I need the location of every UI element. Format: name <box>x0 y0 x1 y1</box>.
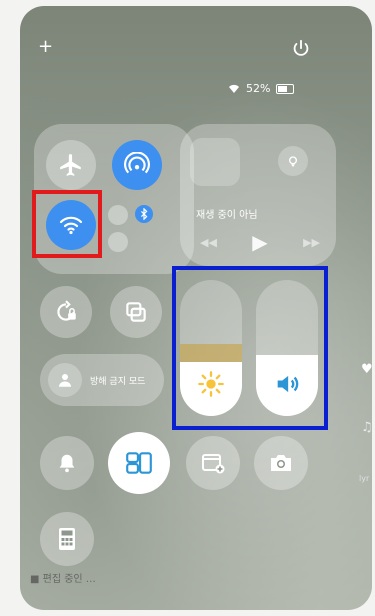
rotation-lock-button[interactable] <box>40 286 92 338</box>
person-icon <box>48 363 82 397</box>
camera-button[interactable] <box>254 436 308 490</box>
add-button[interactable]: + <box>38 36 53 57</box>
dnd-mode-toggle[interactable]: 방해 금지 모드 <box>40 354 164 406</box>
play-icon[interactable]: ▶ <box>252 230 267 254</box>
highlight-box-blue <box>172 266 328 430</box>
bluetooth-button[interactable] <box>135 205 153 223</box>
rotation-lock-icon <box>57 300 76 321</box>
media-title: 재생 중이 아님 <box>196 210 258 221</box>
multi-window-button[interactable] <box>110 286 162 338</box>
heart-icon[interactable]: ♥ <box>361 362 373 377</box>
camera-icon <box>271 455 291 471</box>
highlight-box-red <box>32 190 102 258</box>
toggle-dot[interactable] <box>108 205 128 225</box>
toggle-dot[interactable] <box>108 232 128 252</box>
bluetooth-icon <box>141 208 148 220</box>
next-icon[interactable]: ▶▶ <box>303 236 320 249</box>
hotspot-icon <box>124 152 150 174</box>
battery-percent: 52% <box>246 82 271 95</box>
screen-record-button[interactable] <box>186 436 240 490</box>
sound-mode-button[interactable] <box>40 436 94 490</box>
calculator-button[interactable] <box>40 512 94 566</box>
airplane-mode-button[interactable] <box>46 140 96 190</box>
music-note-icon[interactable]: ♫ <box>361 420 373 435</box>
lyrics-label: lyr <box>359 474 370 483</box>
bell-icon <box>59 454 75 473</box>
media-controls: ◀◀ ▶ ▶▶ <box>200 230 320 254</box>
previous-icon[interactable]: ◀◀ <box>200 236 217 249</box>
calculator-icon <box>59 528 75 550</box>
power-icon[interactable] <box>290 38 312 60</box>
wifi-status-icon <box>229 84 239 93</box>
hotspot-button[interactable] <box>112 140 162 190</box>
split-screen-button[interactable] <box>108 432 170 494</box>
cast-button[interactable] <box>278 146 308 176</box>
battery-icon <box>276 83 295 94</box>
multi-window-icon <box>126 302 146 322</box>
split-screen-icon <box>126 452 152 474</box>
screen-record-icon <box>202 454 225 474</box>
status-bar: 52% <box>228 82 295 95</box>
airplane-icon <box>60 154 81 176</box>
album-art <box>190 138 240 186</box>
dnd-mode-label: 방해 금지 모드 <box>90 376 146 387</box>
cast-icon <box>289 156 297 167</box>
bottom-app-text: ■ 편집 중인 … <box>30 574 96 585</box>
